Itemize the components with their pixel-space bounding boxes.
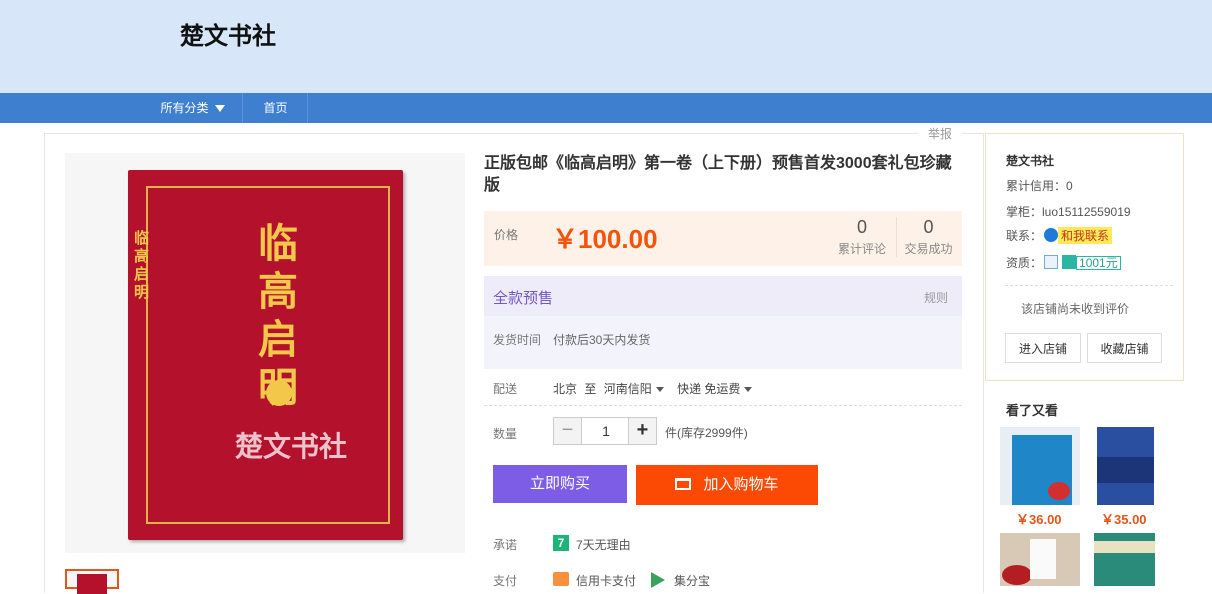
id-card-icon[interactable] bbox=[1044, 255, 1059, 269]
stat-reviews-label: 累计评论 bbox=[837, 242, 886, 256]
credit-label: 累计信用： bbox=[1006, 179, 1067, 193]
favorite-shop-button[interactable]: 收藏店铺 bbox=[1087, 333, 1162, 363]
delivery-to-word: 至 bbox=[584, 382, 597, 396]
stat-deals[interactable]: 0 交易成功 bbox=[896, 217, 960, 257]
deposit-value[interactable]: 1001元 bbox=[1076, 256, 1121, 270]
seller-qualification: 资质： 1001元 bbox=[1006, 254, 1121, 271]
price-label: 价格 bbox=[494, 228, 519, 242]
delivery-label: 配送 bbox=[493, 382, 518, 396]
book-cover-band bbox=[1094, 541, 1155, 553]
nav-all-categories[interactable]: 所有分类 bbox=[143, 93, 243, 123]
stat-reviews-count: 0 bbox=[856, 217, 867, 237]
no-review-text: 该店铺尚未收到评价 bbox=[1021, 302, 1130, 316]
quantity-label: 数量 bbox=[493, 427, 518, 441]
presale-rule-link[interactable]: 规则 bbox=[924, 289, 948, 306]
recommend-title: 看了又看 bbox=[1006, 403, 1059, 418]
promise-label: 承诺 bbox=[493, 538, 518, 552]
recommend-item-image[interactable] bbox=[1094, 533, 1155, 586]
flower-image bbox=[1002, 565, 1032, 585]
ship-time-value: 付款后30天内发货 bbox=[553, 333, 651, 347]
payment-label: 支付 bbox=[493, 574, 518, 588]
account-value: luo15112559019 bbox=[1042, 205, 1131, 219]
book-emblem-icon bbox=[266, 380, 292, 406]
presale-header: 全款预售 规则 bbox=[484, 276, 962, 316]
image-watermark: 楚文书社 bbox=[235, 431, 348, 462]
qualification-label: 资质： bbox=[1006, 256, 1043, 270]
payment-jifenbao[interactable]: 集分宝 bbox=[674, 572, 710, 589]
paper-image bbox=[1030, 539, 1056, 579]
delivery-to-select[interactable]: 河南信阳 bbox=[604, 382, 670, 396]
nav-home[interactable]: 首页 bbox=[244, 93, 308, 123]
report-link[interactable]: 举报 bbox=[918, 125, 963, 142]
add-to-cart-button[interactable]: 加入购物车 bbox=[636, 465, 818, 505]
book-spine-text: 临高启明 bbox=[134, 230, 150, 301]
contact-seller-button[interactable]: 和我联系 bbox=[1058, 227, 1113, 244]
credit-card-icon bbox=[553, 572, 569, 586]
product-title: 正版包邮《临高启明》第一卷（上下册）预售首发3000套礼包珍藏版 bbox=[484, 155, 952, 194]
seller-credit: 累计信用：0 bbox=[1006, 177, 1073, 194]
delivery-options: 北京 至 河南信阳 快递 免运费 bbox=[553, 380, 758, 397]
quantity-input[interactable] bbox=[583, 418, 629, 444]
stat-deals-label: 交易成功 bbox=[904, 242, 953, 256]
book-cover-band bbox=[1097, 457, 1154, 483]
divider bbox=[1005, 285, 1173, 286]
enter-shop-button[interactable]: 进入店铺 bbox=[1005, 333, 1081, 363]
site-header: 楚文书社 bbox=[0, 0, 1212, 93]
stat-deals-count: 0 bbox=[923, 217, 934, 237]
shop-title[interactable]: 楚文书社 bbox=[180, 16, 276, 51]
seller-contact: 联系： 和我联系 bbox=[1006, 227, 1113, 244]
caret-down-icon bbox=[655, 387, 664, 393]
caret-down-icon bbox=[744, 387, 753, 393]
delivery-method-select[interactable]: 快递 免运费 bbox=[677, 382, 758, 396]
caret-down-icon bbox=[214, 105, 225, 113]
stat-reviews[interactable]: 0 累计评论 bbox=[830, 217, 894, 257]
payment-credit-card[interactable]: 信用卡支付 bbox=[576, 572, 636, 589]
book-cover-image: 临高启明 临高启明 bbox=[128, 170, 403, 540]
presale-title: 全款预售 bbox=[493, 290, 554, 307]
price-value: ￥100.00 bbox=[552, 224, 658, 254]
account-label: 掌柜： bbox=[1006, 205, 1043, 219]
recommend-item-price[interactable]: ￥36.00 bbox=[1016, 509, 1062, 528]
seven-day-return-icon: 7 bbox=[553, 535, 569, 551]
delivery-to-value: 河南信阳 bbox=[603, 382, 652, 396]
price-box: 价格 ￥100.00 0 累计评论 0 交易成功 bbox=[484, 211, 962, 266]
recommend-item-price[interactable]: ￥35.00 bbox=[1101, 509, 1147, 528]
increase-button[interactable]: + bbox=[628, 418, 656, 444]
deposit-icon bbox=[1062, 255, 1077, 269]
product-thumbnail[interactable] bbox=[65, 569, 119, 594]
nav-categories-label: 所有分类 bbox=[160, 101, 209, 115]
seller-account: 掌柜：luo15112559019 bbox=[1006, 203, 1131, 220]
recommend-item-image[interactable] bbox=[1000, 533, 1080, 586]
recommend-item-image[interactable] bbox=[1097, 427, 1154, 505]
thumbnail-image bbox=[77, 574, 107, 594]
quantity-stepper: − + bbox=[553, 417, 657, 445]
delivery-method-value: 快递 免运费 bbox=[677, 382, 741, 396]
chat-icon bbox=[1044, 228, 1059, 242]
nav-bar: 所有分类 首页 bbox=[0, 93, 1212, 123]
ship-time-label: 发货时间 bbox=[493, 333, 542, 347]
delivery-from: 北京 bbox=[553, 382, 578, 396]
contact-label: 联系： bbox=[1006, 229, 1043, 243]
recommend-item-image[interactable] bbox=[1000, 427, 1080, 505]
cart-icon bbox=[675, 478, 692, 490]
seller-name[interactable]: 楚文书社 bbox=[1006, 152, 1054, 169]
decrease-button[interactable]: − bbox=[554, 418, 582, 444]
credit-value: 0 bbox=[1066, 179, 1073, 193]
badge-icon bbox=[1048, 482, 1070, 500]
buy-now-button[interactable]: 立即购买 bbox=[493, 465, 627, 503]
stock-info: 件(库存2999件) bbox=[665, 426, 748, 440]
promise-text[interactable]: 7天无理由 bbox=[576, 536, 631, 553]
add-to-cart-label: 加入购物车 bbox=[703, 476, 779, 493]
presale-box: 全款预售 规则 发货时间 付款后30天内发货 bbox=[484, 276, 962, 369]
divider bbox=[484, 405, 962, 406]
